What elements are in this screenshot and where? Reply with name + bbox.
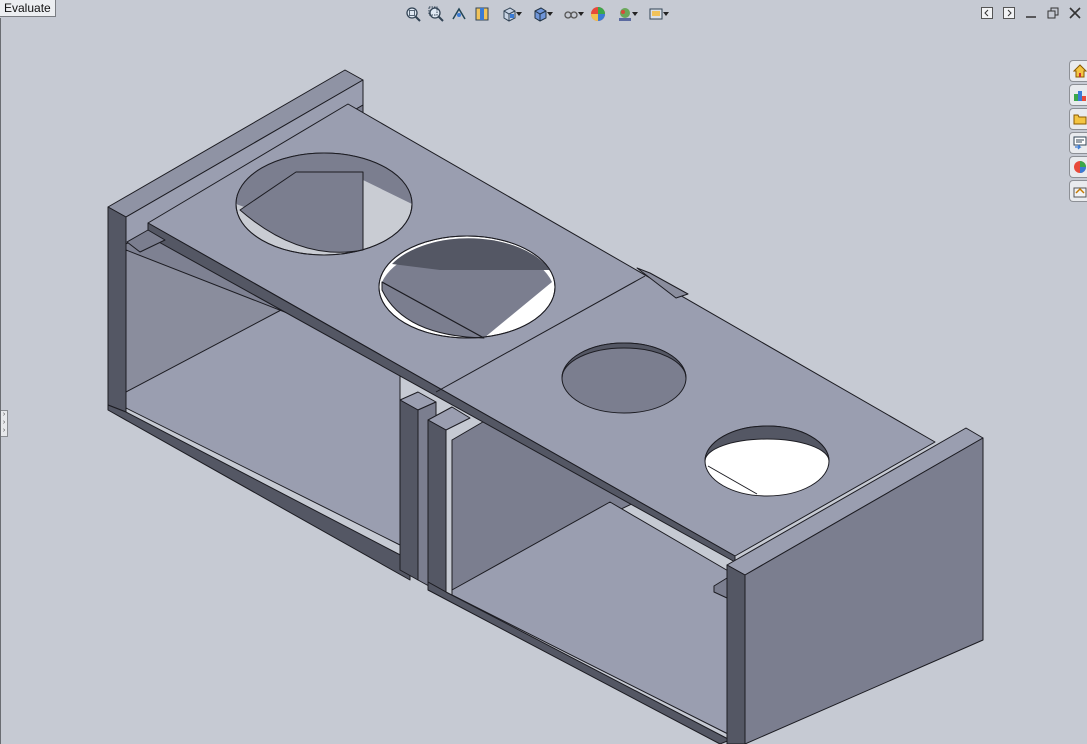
front-end-plate-side — [726, 564, 746, 744]
zoom-to-area-icon[interactable] — [427, 4, 445, 24]
zoom-to-fit-icon[interactable] — [404, 4, 422, 24]
back-end-plate-side — [107, 206, 127, 413]
divider-left-face — [399, 399, 419, 581]
hide-show-items-icon[interactable] — [558, 4, 584, 24]
apply-scene-icon[interactable] — [612, 4, 638, 24]
3d-model[interactable] — [0, 0, 1087, 744]
file-explorer-icon[interactable] — [1069, 108, 1087, 130]
window-controls — [979, 5, 1083, 21]
section-view-icon[interactable] — [473, 4, 491, 24]
minimize-icon[interactable] — [1023, 5, 1039, 21]
view-settings-icon[interactable] — [643, 4, 669, 24]
divider-right-face — [427, 419, 447, 593]
feature-manager-expand-handle[interactable]: › › › — [1, 410, 8, 437]
custom-properties-icon[interactable] — [1069, 180, 1087, 202]
edit-appearance-icon[interactable] — [589, 4, 607, 24]
view-orientation-icon[interactable] — [496, 4, 522, 24]
close-icon[interactable] — [1067, 5, 1083, 21]
task-pane-tabs — [1069, 60, 1087, 202]
view-palette-icon[interactable] — [1069, 132, 1087, 154]
display-style-icon[interactable] — [527, 4, 553, 24]
previous-view-icon[interactable] — [450, 4, 468, 24]
tile-right-icon[interactable] — [1001, 5, 1017, 21]
tile-left-icon[interactable] — [979, 5, 995, 21]
panel-divider — [0, 18, 1, 744]
appearances-scenes-icon[interactable] — [1069, 156, 1087, 178]
heads-up-view-toolbar — [404, 3, 674, 25]
solidworks-resources-icon[interactable] — [1069, 60, 1087, 82]
graphics-area[interactable]: Evaluate › › › — [0, 0, 1087, 744]
restore-icon[interactable] — [1045, 5, 1061, 21]
evaluate-tab[interactable]: Evaluate — [0, 0, 56, 17]
design-library-icon[interactable] — [1069, 84, 1087, 106]
